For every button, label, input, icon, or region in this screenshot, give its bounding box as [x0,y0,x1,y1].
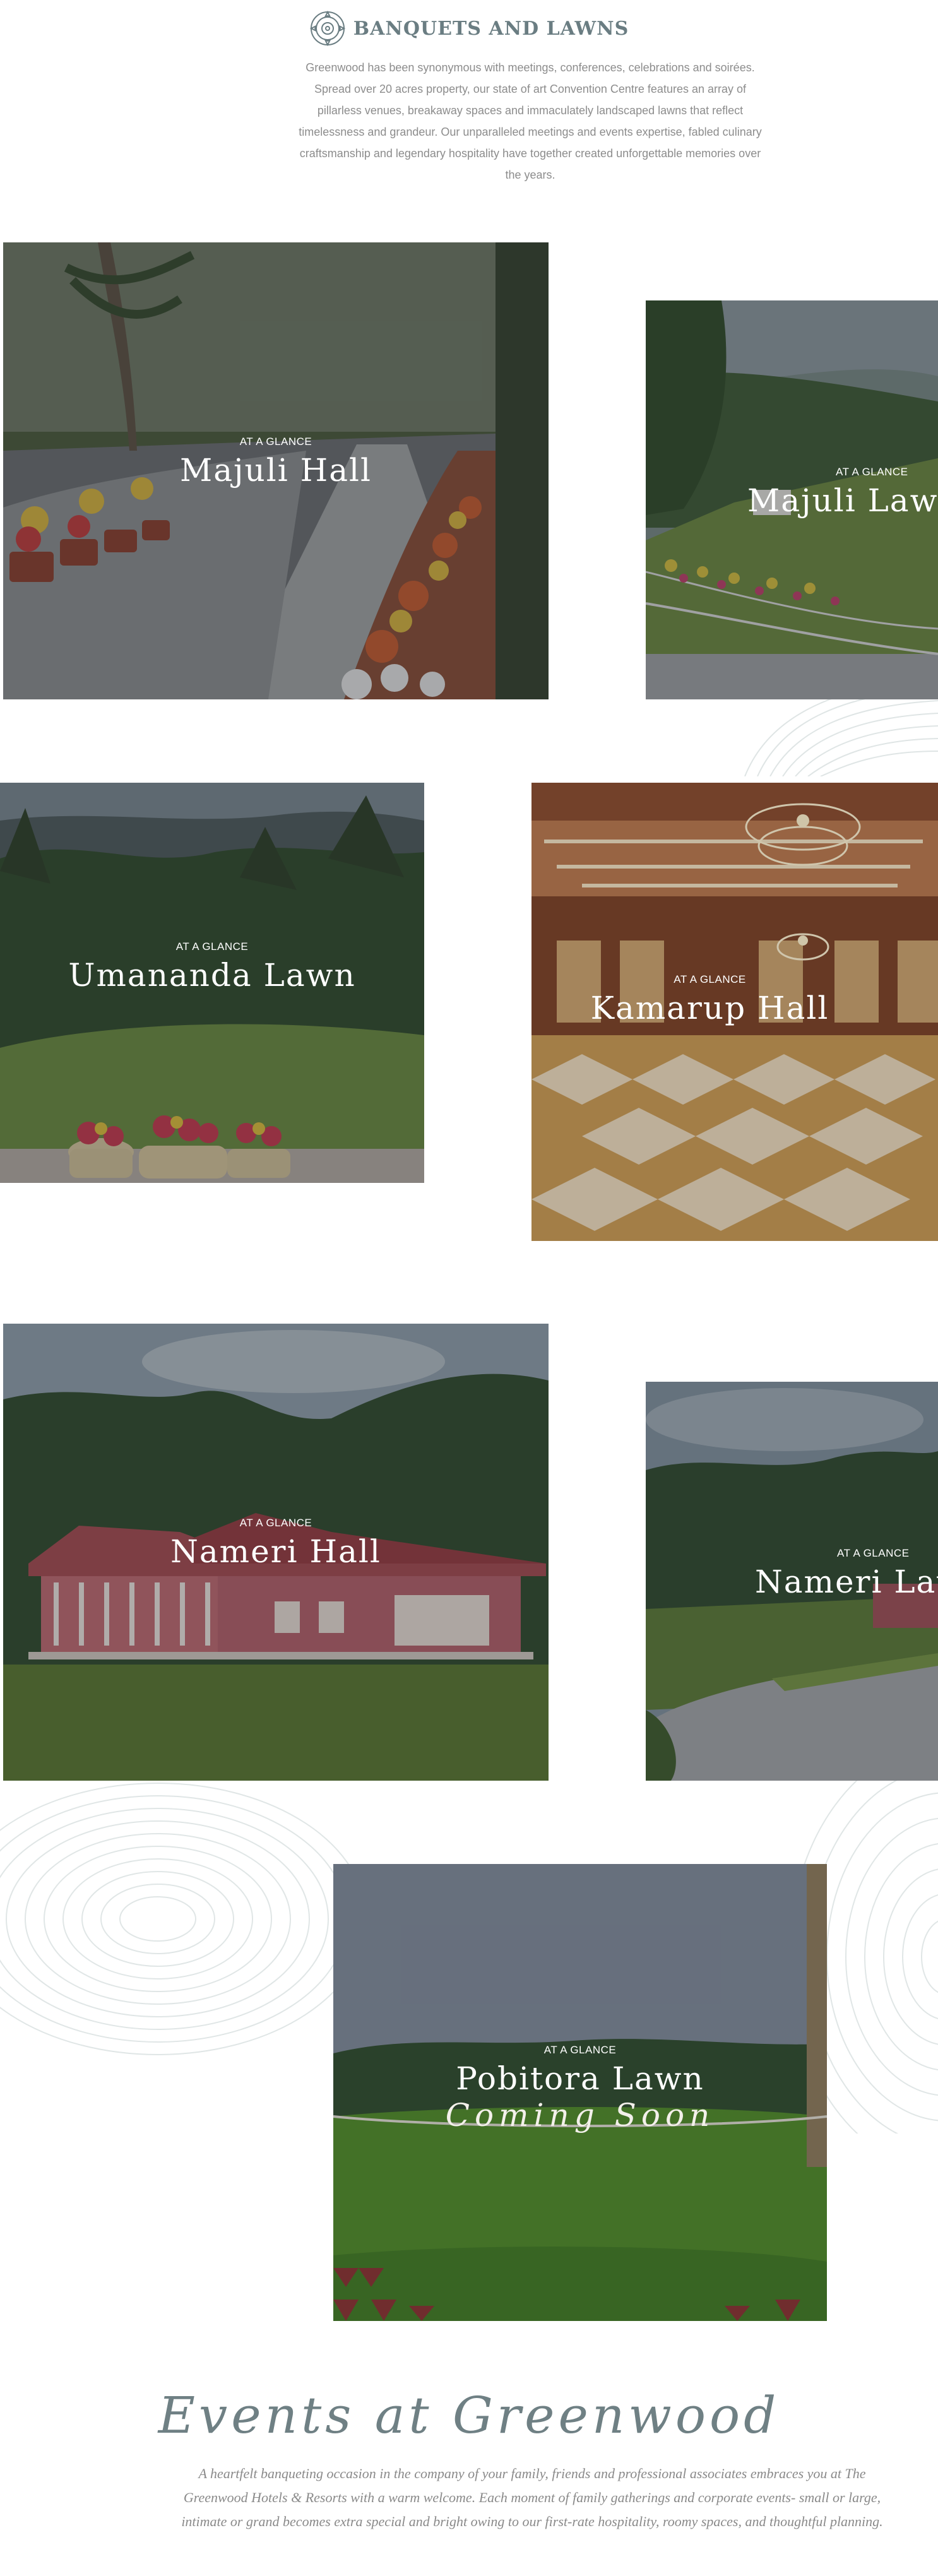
venue-card-nameri-hall[interactable]: AT A GLANCE Nameri Hall [3,1324,549,1781]
venue-name: Nameri Hall [170,1533,381,1570]
venue-name: Majuli Lawn [747,482,938,519]
venue-name: Umananda Lawn [68,957,356,994]
events-title: Events at Greenwood [158,2386,780,2445]
venue-card-majuli-lawn[interactable]: AT A GLANCE Majuli Lawn [646,300,938,699]
banquets-header: BANQUETS AND LAWNS Greenwood has been sy… [0,0,938,189]
venue-caption: AT A GLANCE Majuli Hall [3,436,549,489]
venue-card-majuli-hall[interactable]: AT A GLANCE Majuli Hall [3,242,549,699]
greenwood-logo-icon [309,10,346,47]
at-a-glance-label: AT A GLANCE [239,1517,312,1529]
wood-grain-decoration-left [0,1783,367,2055]
at-a-glance-label: AT A GLANCE [543,2044,617,2056]
venue-name: Kamarup Hall [590,990,829,1026]
venue-name: Nameri Lawn [755,1564,938,1600]
section-description: Greenwood has been synonymous with meeti… [299,61,762,181]
at-a-glance-label: AT A GLANCE [674,973,746,985]
venue-caption: AT A GLANCE Nameri Lawn [646,1547,938,1600]
venue-caption: AT A GLANCE Kamarup Hall [531,973,888,1026]
at-a-glance-label: AT A GLANCE [837,1547,910,1559]
section-title: BANQUETS AND LAWNS [353,17,629,40]
header-title-row: BANQUETS AND LAWNS [0,10,938,47]
at-a-glance-label: AT A GLANCE [239,436,312,448]
coming-soon-label: Coming Soon [445,2097,715,2134]
venue-card-nameri-lawn[interactable]: AT A GLANCE Nameri Lawn [646,1382,938,1781]
events-description: A heartfelt banqueting occasion in the c… [181,2466,883,2529]
venue-card-kamarup-hall[interactable]: AT A GLANCE Kamarup Hall [531,783,938,1241]
venue-card-pobitora-lawn[interactable]: AT A GLANCE Pobitora Lawn Coming Soon [333,1864,827,2321]
venue-name: Pobitora Lawn [456,2060,704,2097]
venue-card-umananda-lawn[interactable]: AT A GLANCE Umananda Lawn [0,783,424,1183]
venue-caption: AT A GLANCE Umananda Lawn [0,941,424,994]
venue-name: Majuli Hall [180,452,372,489]
at-a-glance-label: AT A GLANCE [836,466,908,478]
venue-caption: AT A GLANCE Majuli Lawn [646,466,938,519]
venue-caption: AT A GLANCE Pobitora Lawn Coming Soon [333,2044,827,2134]
at-a-glance-label: AT A GLANCE [175,941,249,953]
venue-caption: AT A GLANCE Nameri Hall [3,1517,549,1570]
